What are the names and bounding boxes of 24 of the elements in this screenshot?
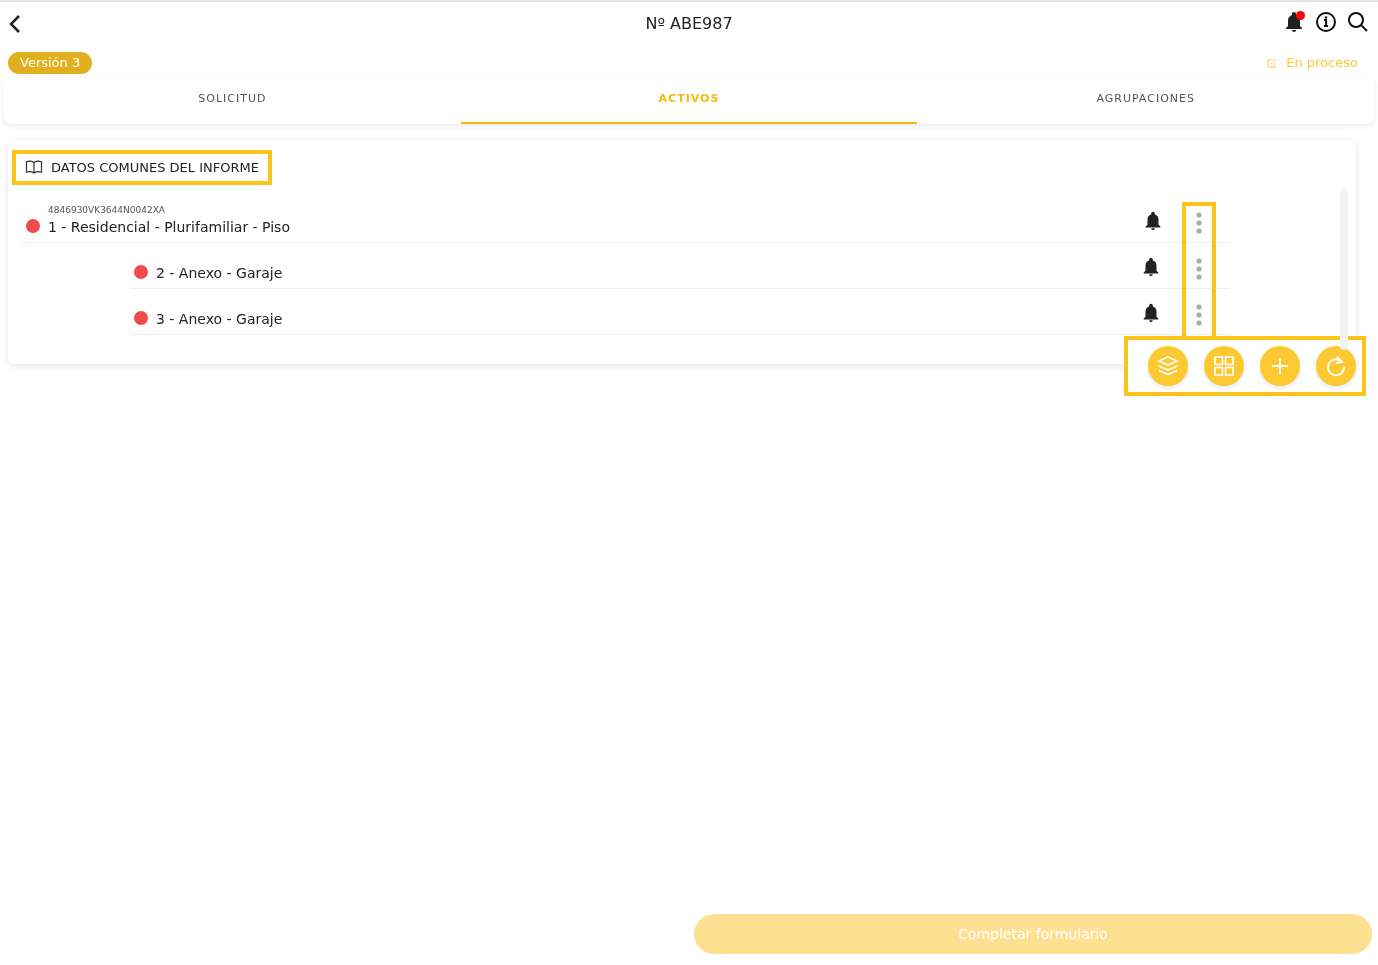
version-badge: Versión 3 bbox=[8, 52, 93, 74]
reference-code: 4846930VK3644N0042XA bbox=[48, 203, 166, 217]
info-icon[interactable] bbox=[1314, 10, 1338, 34]
plus-button[interactable] bbox=[1260, 345, 1300, 386]
tab[interactable]: AGRUPACIONES bbox=[917, 77, 1374, 124]
section-title: DATOS COMUNES DEL INFORME bbox=[51, 158, 259, 177]
asset-label[interactable]: 1 - Residencial - Plurifamiliar - Piso bbox=[48, 217, 1142, 238]
vertical-dots-icon bbox=[1195, 256, 1203, 281]
vertical-dots-icon bbox=[1195, 210, 1203, 235]
asset-label[interactable]: 3 - Anexo - Garaje bbox=[156, 309, 1140, 330]
edit-icon bbox=[1266, 56, 1279, 69]
asset-label[interactable]: 2 - Anexo - Garaje bbox=[156, 263, 1140, 284]
scrollbar[interactable] bbox=[1340, 187, 1348, 350]
layers-button[interactable] bbox=[1148, 345, 1188, 386]
tab[interactable]: SOLICITUD bbox=[4, 77, 461, 124]
refresh-button[interactable] bbox=[1316, 345, 1356, 386]
grid-button[interactable] bbox=[1204, 345, 1244, 386]
grid-icon bbox=[1212, 353, 1236, 378]
vertical-dots-icon bbox=[1195, 302, 1203, 327]
page-title: Nº ABE987 bbox=[644, 13, 734, 35]
layers-icon bbox=[1156, 353, 1180, 378]
refresh-icon bbox=[1324, 353, 1348, 378]
search-icon[interactable] bbox=[1346, 10, 1370, 34]
status-label: En proceso bbox=[1286, 54, 1358, 72]
